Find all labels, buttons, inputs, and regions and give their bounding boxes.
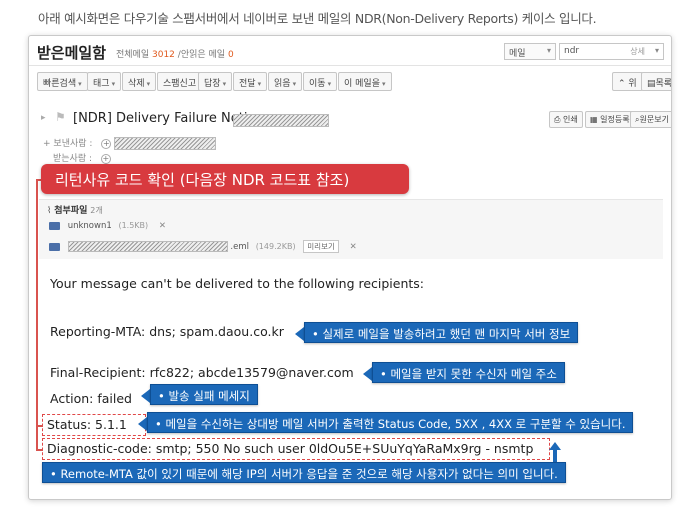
connector-line — [36, 449, 43, 451]
redacted-block — [114, 137, 217, 150]
mail-counts: 전체메일 3012 /안읽은 메일 0 — [116, 47, 234, 60]
search-detail-link[interactable]: 상세 — [630, 46, 645, 57]
page-caption: 아래 예시화면은 다우기술 스팸서버에서 네이버로 보낸 메일의 NDR(Non… — [38, 11, 597, 26]
mail-window: 받은메일함 전체메일 3012 /안읽은 메일 0 메일 ▾ ndr 상세 ▾ … — [28, 35, 672, 500]
file-icon — [49, 242, 60, 251]
mail-toolbar: 빠른검색 ▾ 태그 ▾ 삭제 ▾ 스팸신고 답장 ▾ 전달 ▾ 읽음 ▾ 이동 ▾ 이 메일을… — [29, 72, 671, 94]
body-final-recipient: Final-Recipient: rfc822; abcde13579@nave… — [50, 365, 354, 380]
recipient-label: 받는사람 : — [53, 154, 93, 164]
sender-label: 보낸사람 : — [53, 139, 93, 149]
body-status: Status: 5.1.1 — [47, 417, 127, 432]
recipient-row: 받는사람 : + — [53, 151, 111, 164]
attachment-name[interactable]: .eml — [230, 242, 249, 252]
schedule-button[interactable]: ▦ 일정등록 — [585, 111, 635, 128]
total-label: 전체메일 — [116, 50, 150, 60]
view-source-button[interactable]: ⌕원문보기 — [630, 111, 671, 128]
arrow-left-icon — [363, 367, 372, 381]
delete-button[interactable]: 삭제 ▾ — [122, 72, 157, 91]
read-button[interactable]: 읽음 ▾ — [268, 72, 303, 91]
up-button[interactable]: ⌃ 위 — [612, 72, 643, 91]
attachment-header: ⌇ 첨부파일 2개 — [47, 203, 103, 216]
return-code-callout: 리턴사유 코드 확인 (다음장 NDR 코드표 참조) — [41, 164, 409, 194]
redacted-block — [233, 114, 329, 127]
chevron-down-icon: ▾ — [111, 80, 116, 88]
attachment-item[interactable]: unknown1 (1.5KB) ✕ — [49, 221, 166, 231]
reporting-mta-callout: • 실제로 메일을 발송하려고 했던 맨 마지막 서버 정보 — [304, 322, 579, 343]
mailbox-title[interactable]: 받은메일함 — [37, 42, 106, 63]
status-callout: • 메일을 수신하는 상대방 메일 서버가 출력한 Status Code, 5… — [147, 412, 634, 433]
forward-button[interactable]: 전달 ▾ — [233, 72, 268, 91]
chevron-down-icon: ▾ — [546, 46, 551, 55]
chevron-down-icon: ▾ — [654, 46, 659, 55]
body-reporting-mta: Reporting-MTA: dns; spam.daou.co.kr — [50, 324, 284, 339]
chevron-down-icon: ▾ — [146, 80, 151, 88]
add-contact-icon[interactable]: + — [100, 153, 111, 164]
add-contact-icon[interactable]: + — [101, 138, 112, 149]
reply-button[interactable]: 답장 ▾ — [198, 72, 233, 91]
attachment-size: (149.2KB) — [255, 242, 296, 251]
chevron-up-icon: ⌃ — [618, 79, 629, 89]
chevron-down-icon: ▾ — [257, 80, 262, 88]
sender-row: + 보낸사람 : + — [43, 136, 217, 150]
mail-header: 받은메일함 전체메일 3012 /안읽은 메일 0 메일 ▾ ndr 상세 ▾ — [29, 36, 671, 66]
action-callout: • 발송 실패 메세지 — [150, 384, 258, 405]
message-subject-row: ▸ ⚑ [NDR] Delivery Failure Notice : ⎙ 인쇄… — [29, 108, 671, 130]
attachments-label: 첨부파일 — [54, 206, 88, 216]
attachments-count: 2개 — [90, 206, 103, 215]
preview-button[interactable]: 미리보기 — [303, 240, 339, 253]
arrow-left-icon — [141, 389, 150, 403]
unread-count[interactable]: 0 — [228, 50, 234, 60]
search-scope-value: 메일 — [509, 49, 526, 59]
arrow-left-icon — [138, 417, 147, 431]
move-button[interactable]: 이동 ▾ — [303, 72, 338, 91]
body-diagnostic: Diagnostic-code: smtp; 550 No such user … — [47, 441, 534, 456]
file-icon — [49, 221, 60, 230]
redacted-block — [67, 241, 228, 252]
connector-line — [36, 179, 38, 451]
fold-icon[interactable]: ▸ — [41, 113, 46, 123]
spam-report-button[interactable]: 스팸신고 — [157, 72, 203, 91]
chevron-down-icon: ▾ — [381, 80, 386, 88]
quick-search-button[interactable]: 빠른검색 ▾ — [37, 72, 88, 91]
chevron-down-icon: ▾ — [292, 80, 297, 88]
attachment-size: (1.5KB) — [118, 221, 149, 230]
chevron-down-icon: ▾ — [78, 80, 82, 88]
total-count[interactable]: 3012 — [152, 50, 175, 60]
search-input[interactable]: ndr 상세 ▾ — [559, 43, 664, 60]
expand-icon: + — [43, 139, 51, 149]
attachment-name[interactable]: unknown1 — [68, 221, 112, 231]
close-icon[interactable]: ✕ — [159, 221, 166, 231]
print-icon: ⎙ — [554, 115, 563, 124]
this-mail-button[interactable]: 이 메일을 ▾ — [338, 72, 392, 91]
list-icon: ▤ — [647, 79, 656, 89]
attachment-item[interactable]: .eml (149.2KB) 미리보기 ✕ — [49, 240, 357, 253]
connector-line — [553, 449, 557, 462]
body-intro: Your message can't be delivered to the f… — [50, 276, 425, 291]
flag-icon[interactable]: ⚑ — [55, 110, 66, 124]
tag-button[interactable]: 태그 ▾ — [87, 72, 122, 91]
search-scope-select[interactable]: 메일 ▾ — [504, 43, 556, 60]
arrow-left-icon — [295, 327, 304, 341]
body-action: Action: failed — [50, 391, 132, 406]
final-recipient-callout: • 메일을 받지 못한 수신자 메일 주소 — [372, 362, 565, 383]
print-button[interactable]: ⎙ 인쇄 — [549, 111, 583, 128]
close-icon[interactable]: ✕ — [350, 242, 357, 252]
connector-line — [36, 425, 43, 427]
search-query: ndr — [564, 46, 580, 56]
diagnostic-callout: • Remote-MTA 값이 있기 때문에 해당 IP의 서버가 응답을 준 … — [42, 462, 566, 483]
chevron-down-icon: ▾ — [222, 80, 227, 88]
unread-label: /안읽은 메일 — [177, 50, 226, 60]
attachment-panel: ⌇ 첨부파일 2개 unknown1 (1.5KB) ✕ .eml (149.2… — [39, 199, 663, 259]
list-button[interactable]: ▤목록 — [641, 72, 671, 91]
calendar-icon: ▦ — [590, 115, 601, 124]
chevron-down-icon: ▾ — [327, 80, 332, 88]
paperclip-icon: ⌇ — [47, 206, 52, 216]
